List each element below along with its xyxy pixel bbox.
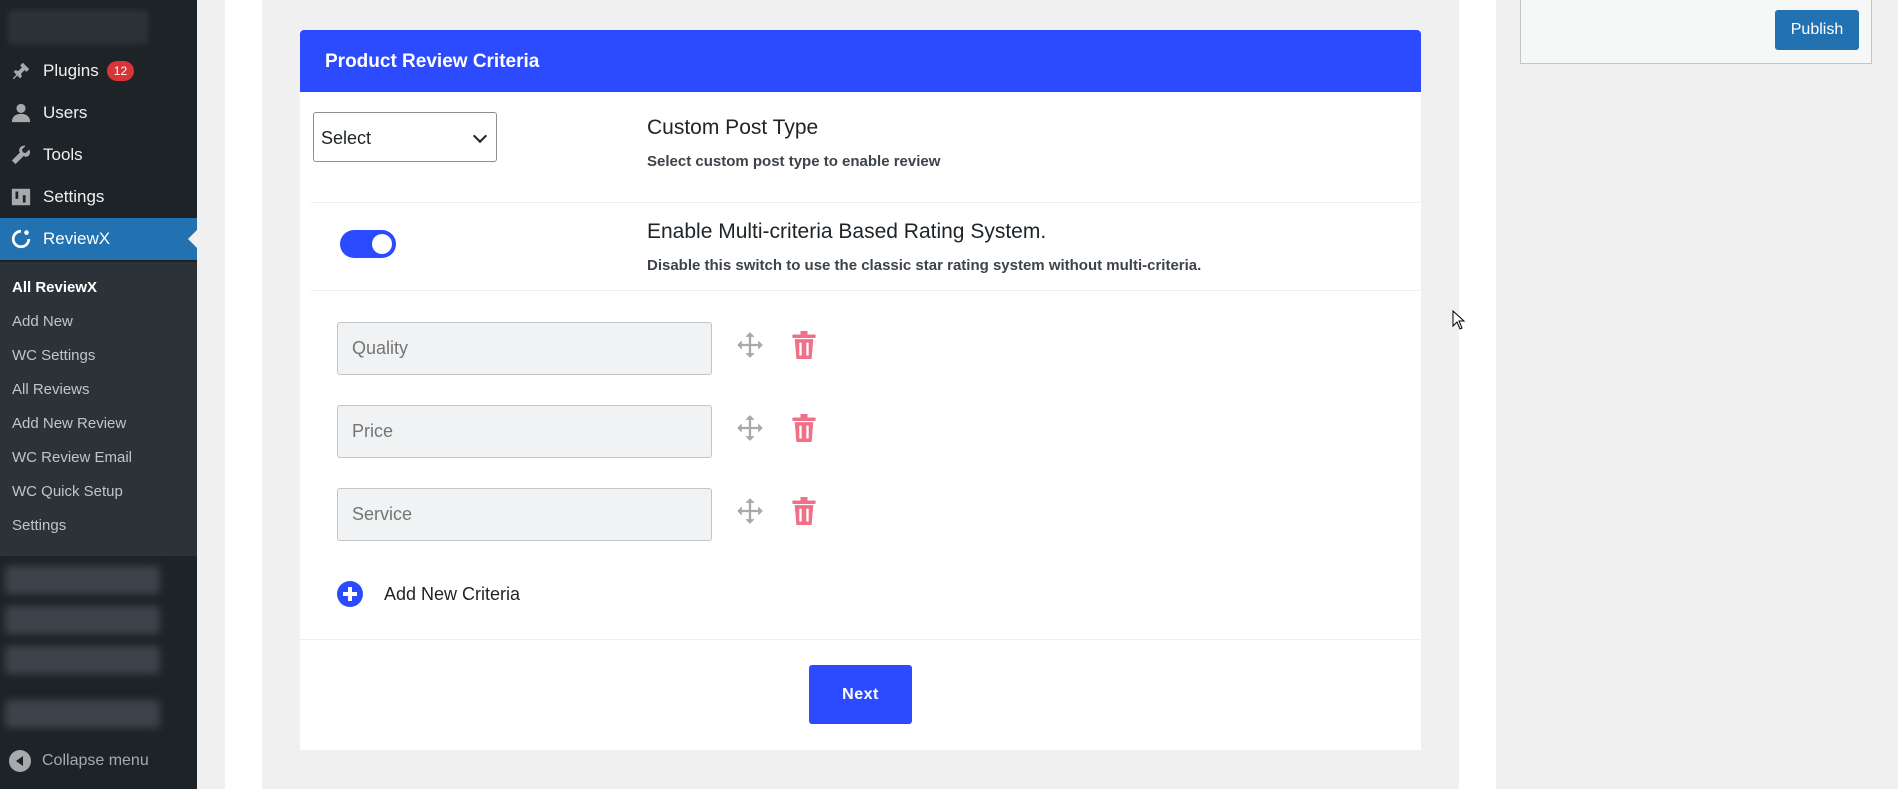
add-new-criteria-label: Add New Criteria bbox=[384, 583, 521, 604]
sidebar-item-label: Users bbox=[43, 103, 88, 122]
blurred-menu-item bbox=[5, 606, 160, 634]
next-button[interactable]: Next bbox=[809, 665, 912, 724]
users-icon bbox=[9, 101, 33, 125]
submenu-item-wc-quick-setup[interactable]: WC Quick Setup bbox=[12, 483, 123, 500]
move-icon[interactable] bbox=[736, 331, 764, 359]
site-logo-blurred bbox=[8, 10, 148, 44]
sidebar-item-label: Settings bbox=[43, 187, 105, 206]
divider bbox=[310, 290, 1421, 291]
trash-icon[interactable] bbox=[792, 497, 816, 525]
wrench-icon bbox=[9, 143, 33, 167]
submenu-item-all-reviews[interactable]: All Reviews bbox=[12, 381, 90, 398]
move-icon[interactable] bbox=[736, 497, 764, 525]
divider bbox=[300, 639, 1421, 640]
multi-criteria-toggle[interactable] bbox=[340, 230, 396, 258]
multi-criteria-title: Enable Multi-criteria Based Rating Syste… bbox=[647, 220, 1047, 243]
publish-metabox: Publish bbox=[1520, 0, 1872, 64]
sidebar-item-label: Tools bbox=[43, 145, 83, 164]
move-icon[interactable] bbox=[736, 414, 764, 442]
add-new-criteria-button[interactable]: Add New Criteria bbox=[337, 581, 520, 607]
custom-post-type-title: Custom Post Type bbox=[647, 116, 819, 139]
trash-icon[interactable] bbox=[792, 414, 816, 442]
submenu-item-settings[interactable]: Settings bbox=[12, 517, 66, 534]
custom-post-type-description: Select custom post type to enable review bbox=[647, 153, 941, 170]
submenu-item-wc-settings[interactable]: WC Settings bbox=[12, 347, 95, 364]
sidebar-item-label: ReviewX bbox=[43, 229, 111, 248]
sidebar-item-plugins[interactable]: Plugins 12 bbox=[0, 50, 197, 92]
collapse-menu-label: Collapse menu bbox=[42, 752, 149, 769]
plus-circle-icon bbox=[337, 581, 363, 607]
collapse-menu-button[interactable]: Collapse menu bbox=[9, 750, 149, 772]
settings-icon bbox=[9, 185, 33, 209]
active-indicator bbox=[188, 230, 197, 248]
chevron-down-icon bbox=[472, 128, 488, 144]
review-criteria-card: Product Review Criteria Select Custom Po… bbox=[300, 30, 1421, 750]
plugin-icon bbox=[9, 59, 33, 83]
submenu-item-add-new-review[interactable]: Add New Review bbox=[12, 415, 126, 432]
card-header: Product Review Criteria bbox=[300, 30, 1421, 92]
mouse-cursor-icon bbox=[1452, 309, 1466, 330]
select-value: Select bbox=[321, 128, 372, 148]
post-type-select[interactable]: Select bbox=[313, 112, 497, 162]
submenu-item-all-reviewx[interactable]: All ReviewX bbox=[12, 279, 97, 296]
publish-button[interactable]: Publish bbox=[1775, 10, 1859, 50]
sidebar-item-label: Plugins bbox=[43, 61, 99, 80]
collapse-arrow-icon bbox=[9, 750, 31, 772]
submenu-item-wc-review-email[interactable]: WC Review Email bbox=[12, 449, 132, 466]
blurred-menu-item bbox=[5, 700, 160, 728]
sidebar-item-tools[interactable]: Tools bbox=[0, 134, 197, 176]
sidebar-item-reviewx[interactable]: ReviewX bbox=[0, 218, 197, 260]
multi-criteria-description: Disable this switch to use the classic s… bbox=[647, 257, 1202, 274]
submenu-item-add-new[interactable]: Add New bbox=[12, 313, 73, 330]
update-count-badge: 12 bbox=[106, 61, 135, 81]
sidebar-item-users[interactable]: Users bbox=[0, 92, 197, 134]
admin-sidebar: Plugins 12 Users Tools Settings ReviewX … bbox=[0, 0, 197, 789]
reviewx-submenu: All ReviewX Add New WC Settings All Revi… bbox=[0, 262, 197, 556]
divider bbox=[310, 202, 1421, 203]
reviewx-icon bbox=[9, 227, 33, 251]
blurred-menu-item bbox=[5, 566, 160, 594]
sidebar-item-settings[interactable]: Settings bbox=[0, 176, 197, 218]
toggle-knob bbox=[372, 234, 392, 254]
criteria-input-service[interactable] bbox=[337, 488, 712, 541]
criteria-input-price[interactable] bbox=[337, 405, 712, 458]
blurred-menu-item bbox=[5, 646, 160, 674]
card-title: Product Review Criteria bbox=[325, 51, 540, 72]
trash-icon[interactable] bbox=[792, 331, 816, 359]
criteria-input-quality[interactable] bbox=[337, 322, 712, 375]
